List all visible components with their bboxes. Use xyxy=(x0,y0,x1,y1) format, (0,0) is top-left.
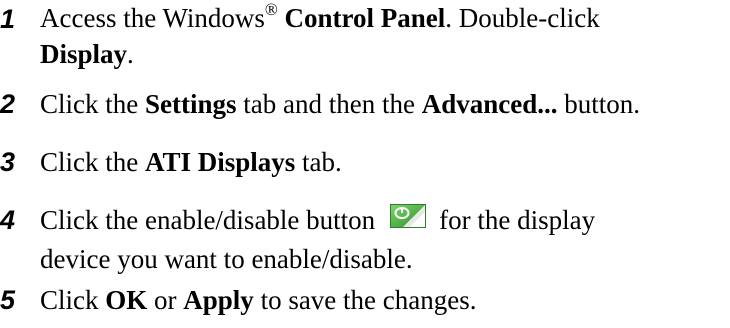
step-line: Click OK or Apply to save the changes. xyxy=(40,282,730,318)
step-number: 2 xyxy=(0,89,16,119)
step-text-part: Click xyxy=(40,285,106,315)
step-text-part: Click the xyxy=(40,147,145,177)
registered-mark: ® xyxy=(264,0,278,19)
step-text-part: . Double-click xyxy=(445,3,600,33)
step-text-part xyxy=(278,3,285,33)
step-number: 3 xyxy=(0,147,16,177)
step-text-bold: Advanced... xyxy=(421,89,558,119)
step-text-bold: ATI Displays xyxy=(144,147,296,177)
step-text-bold: OK xyxy=(105,285,148,315)
enable-disable-toggle-icon xyxy=(389,202,427,238)
step-text-bold: Display xyxy=(40,39,128,69)
step-number: 5 xyxy=(0,285,16,315)
step-text-part: or xyxy=(147,285,184,315)
step-text-part: Access the Windows xyxy=(40,3,265,33)
step-text-part: for the display xyxy=(439,205,596,235)
step-text: Click the ATI Displays tab. xyxy=(40,144,730,180)
step-text: Access the Windows® Control Panel. Doubl… xyxy=(40,0,730,72)
step-text-part: button. xyxy=(557,89,640,119)
step-text: Click the enable/disable button for the … xyxy=(40,202,730,277)
step-text-part: device you want to enable/disable. xyxy=(40,243,413,274)
enable-disable-toggle-graphic xyxy=(390,203,427,228)
step-text-part: . xyxy=(127,39,134,69)
step-line: device you want to enable/disable. xyxy=(40,241,730,277)
step-line: Click the Settings tab and then the Adva… xyxy=(40,86,730,122)
step-text-part: tab. xyxy=(295,147,342,177)
step-text: Click the Settings tab and then the Adva… xyxy=(40,86,730,122)
step-text: Click OK or Apply to save the changes. xyxy=(40,282,730,318)
step-line: Click the ATI Displays tab. xyxy=(40,144,730,180)
step-text-part: Click the enable/disable button xyxy=(40,205,376,235)
step-text-part: Click the xyxy=(40,89,145,119)
step-number: 4 xyxy=(0,205,16,235)
step-text-bold: Control Panel xyxy=(284,3,446,33)
step-line: Access the Windows® Control Panel. Doubl… xyxy=(40,0,730,36)
step-text-part: to save the changes. xyxy=(253,285,477,315)
step-line: Click the enable/disable button for the … xyxy=(40,202,730,241)
step-text-bold: Settings xyxy=(144,89,237,119)
step-text-part: tab and then the xyxy=(236,89,422,119)
step-number: 1 xyxy=(0,4,16,34)
step-text-bold: Apply xyxy=(183,285,254,315)
step-line: Display. xyxy=(40,36,730,72)
